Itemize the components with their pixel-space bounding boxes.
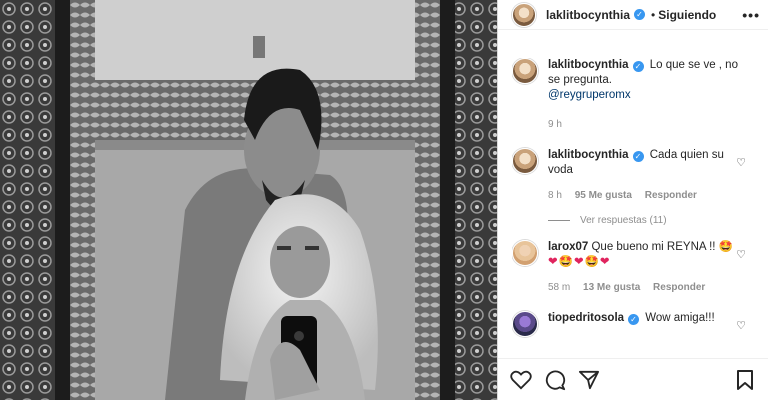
comment-text: Que bueno mi REYNA !! xyxy=(591,241,716,253)
comment-time[interactable]: 58 m xyxy=(548,282,570,293)
comment-item: larox07 Que bueno mi REYNA !! 🤩❤🤩❤🤩❤ 58 … xyxy=(512,240,760,295)
comment-username[interactable]: larox07 xyxy=(548,241,588,253)
post-image xyxy=(0,0,497,400)
caption-mention[interactable]: @reygruperomx xyxy=(548,89,631,101)
comment-text: Wow amiga!!! xyxy=(645,312,715,324)
author-avatar[interactable] xyxy=(512,2,536,27)
more-options-icon[interactable]: ••• xyxy=(742,7,760,23)
comment-username[interactable]: laklitbocynthia xyxy=(548,149,629,161)
instagram-post: laklitbocynthia ✓ • Siguiendo ••• laklit… xyxy=(0,0,768,400)
comment-item: laklitbocynthia ✓ Cada quien su voda 8 h … xyxy=(512,148,760,203)
comment-likes[interactable]: 95 Me gusta xyxy=(575,190,632,201)
view-replies-button[interactable]: Ver respuestas (11) xyxy=(548,215,760,226)
caption-time[interactable]: 9 h xyxy=(548,119,562,130)
post-side-panel: laklitbocynthia ✓ • Siguiendo ••• laklit… xyxy=(497,0,768,400)
verified-badge-icon: ✓ xyxy=(628,314,640,325)
comment-like-heart-icon[interactable]: ♡ xyxy=(736,319,746,332)
author-username[interactable]: laklitbocynthia xyxy=(546,8,630,22)
comment-like-heart-icon[interactable]: ♡ xyxy=(736,248,746,261)
comment-avatar[interactable] xyxy=(512,240,538,266)
comment-username[interactable]: tiopedritosola xyxy=(548,312,624,324)
bookmark-icon[interactable] xyxy=(732,367,758,393)
comments-list[interactable]: laklitbocynthia ✓ Lo que se ve , no se pr… xyxy=(512,58,760,344)
share-icon[interactable] xyxy=(576,367,602,393)
reply-button[interactable]: Responder xyxy=(645,190,697,201)
comment-likes[interactable]: 13 Me gusta xyxy=(583,282,640,293)
caption-username[interactable]: laklitbocynthia xyxy=(548,59,629,71)
post-photo[interactable] xyxy=(0,0,497,400)
comment-item: tiopedritosola ✓ Wow amiga!!! ♡ xyxy=(512,311,760,337)
caption-avatar[interactable] xyxy=(512,58,538,84)
following-button[interactable]: Siguiendo xyxy=(658,8,716,22)
comment-icon[interactable] xyxy=(542,367,568,393)
comment-avatar[interactable] xyxy=(512,148,538,174)
heart-icon[interactable] xyxy=(508,367,534,393)
comment-time[interactable]: 8 h xyxy=(548,190,562,201)
verified-badge-icon: ✓ xyxy=(632,61,644,72)
caption: laklitbocynthia ✓ Lo que se ve , no se pr… xyxy=(512,58,760,132)
separator-dot: • xyxy=(651,7,656,22)
verified-badge-icon: ✓ xyxy=(632,151,644,162)
comment-like-heart-icon[interactable]: ♡ xyxy=(736,156,746,169)
post-actions-bar xyxy=(498,358,768,400)
post-header: laklitbocynthia ✓ • Siguiendo ••• xyxy=(498,0,768,30)
comment-avatar[interactable] xyxy=(512,311,538,337)
verified-badge-icon: ✓ xyxy=(634,9,646,20)
reply-button[interactable]: Responder xyxy=(653,282,705,293)
